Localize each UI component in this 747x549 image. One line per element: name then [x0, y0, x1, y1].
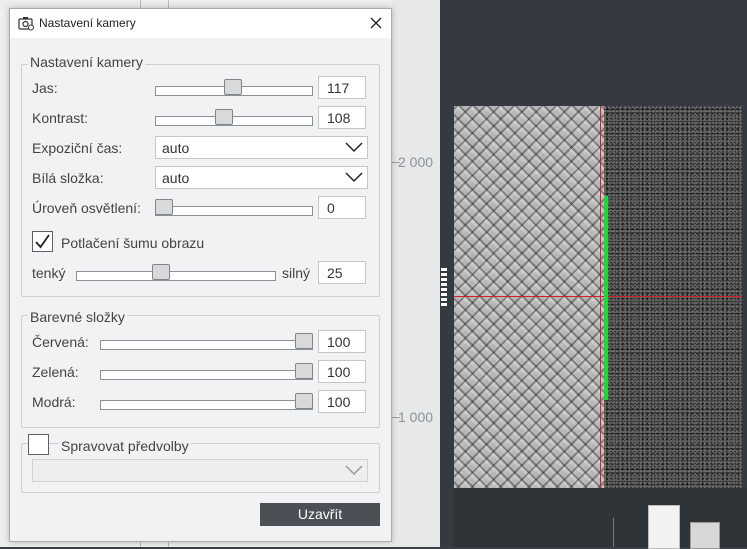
white-balance-label: Bílá složka:: [32, 170, 104, 186]
noise-reduction-label: Potlačení šumu obrazu: [61, 235, 205, 251]
slider-thumb[interactable]: [224, 79, 242, 95]
noise-value-field[interactable]: 25: [318, 261, 366, 284]
contrast-value-field[interactable]: 108: [318, 106, 366, 129]
contrast-label: Kontrast:: [32, 110, 89, 126]
slider-thumb[interactable]: [295, 363, 313, 379]
camera-settings-dialog: Nastavení kamery Nastavení kamery Jas: 1…: [9, 8, 392, 542]
exposure-label: Expoziční čas:: [32, 140, 123, 156]
brightness-value-field[interactable]: 117: [318, 76, 366, 99]
slider-track: [100, 400, 313, 410]
group-title: Nastavení kamery: [28, 54, 145, 70]
slider-thumb[interactable]: [295, 393, 313, 409]
slider-track: [76, 271, 276, 281]
slider-thumb[interactable]: [152, 264, 170, 280]
chevron-down-icon: [345, 142, 363, 153]
close-icon: [370, 17, 382, 29]
lighting-slider[interactable]: [155, 199, 313, 216]
chevron-down-icon: [345, 172, 363, 183]
ruler-label: 2 000: [398, 154, 434, 170]
red-slider[interactable]: [100, 333, 313, 350]
blue-label: Modrá:: [32, 394, 76, 410]
green-slider[interactable]: [100, 363, 313, 380]
noise-min-label: tenký: [32, 265, 66, 281]
brightness-label: Jas:: [32, 80, 58, 96]
manage-presets-checkbox[interactable]: [28, 434, 49, 455]
red-value-field[interactable]: 100: [318, 330, 366, 353]
lighting-label: Úroveň osvětlení:: [32, 200, 141, 216]
lighting-value-field[interactable]: 0: [318, 196, 366, 219]
noise-strength-slider[interactable]: [76, 264, 276, 281]
noise-max-label: silný: [282, 265, 311, 281]
red-label: Červená:: [32, 334, 89, 350]
slider-thumb[interactable]: [295, 333, 313, 349]
checkmark-icon: [35, 234, 50, 249]
close-dialog-button[interactable]: Uzavřít: [260, 503, 380, 526]
green-value-field[interactable]: 100: [318, 360, 366, 383]
manage-presets-label: Spravovat předvolby: [59, 438, 191, 454]
crosshair-horizontal: [454, 296, 742, 297]
white-balance-value: auto: [162, 170, 190, 186]
chevron-down-icon: [345, 465, 363, 476]
detected-edge-marker: [604, 196, 608, 400]
presets-select[interactable]: [32, 459, 368, 482]
dark-material-region: [604, 106, 742, 488]
dialog-title: Nastavení kamery: [39, 16, 136, 30]
slider-thumb[interactable]: [215, 109, 233, 125]
device-thumbnail[interactable]: [690, 522, 720, 549]
title-bar: Nastavení kamery: [10, 9, 391, 38]
slider-track: [155, 116, 313, 126]
diamond-plate-region: [454, 106, 604, 488]
group-title: Barevné složky: [28, 309, 127, 325]
device-thumbnail[interactable]: [648, 505, 680, 549]
brightness-slider[interactable]: [155, 79, 313, 96]
blue-slider[interactable]: [100, 393, 313, 410]
noise-reduction-checkbox[interactable]: [32, 231, 53, 252]
slider-track: [100, 340, 313, 350]
vertical-ruler: 2 000 1 000: [392, 0, 440, 547]
blue-value-field[interactable]: 100: [318, 390, 366, 413]
white-balance-select[interactable]: auto: [155, 166, 368, 189]
exposure-select[interactable]: auto: [155, 136, 368, 159]
ruler-label: 1 000: [398, 409, 434, 425]
slider-track: [100, 370, 313, 380]
crosshair-vertical: [600, 106, 601, 488]
slider-track: [155, 206, 313, 216]
camera-settings-icon: [18, 15, 34, 31]
close-button[interactable]: [361, 9, 391, 38]
slider-thumb[interactable]: [155, 199, 173, 215]
contrast-slider[interactable]: [155, 109, 313, 126]
exposure-value: auto: [162, 140, 190, 156]
green-label: Zelená:: [32, 364, 79, 380]
splitter-handle[interactable]: [441, 268, 447, 308]
divider: [613, 518, 614, 547]
camera-image: [454, 106, 742, 488]
